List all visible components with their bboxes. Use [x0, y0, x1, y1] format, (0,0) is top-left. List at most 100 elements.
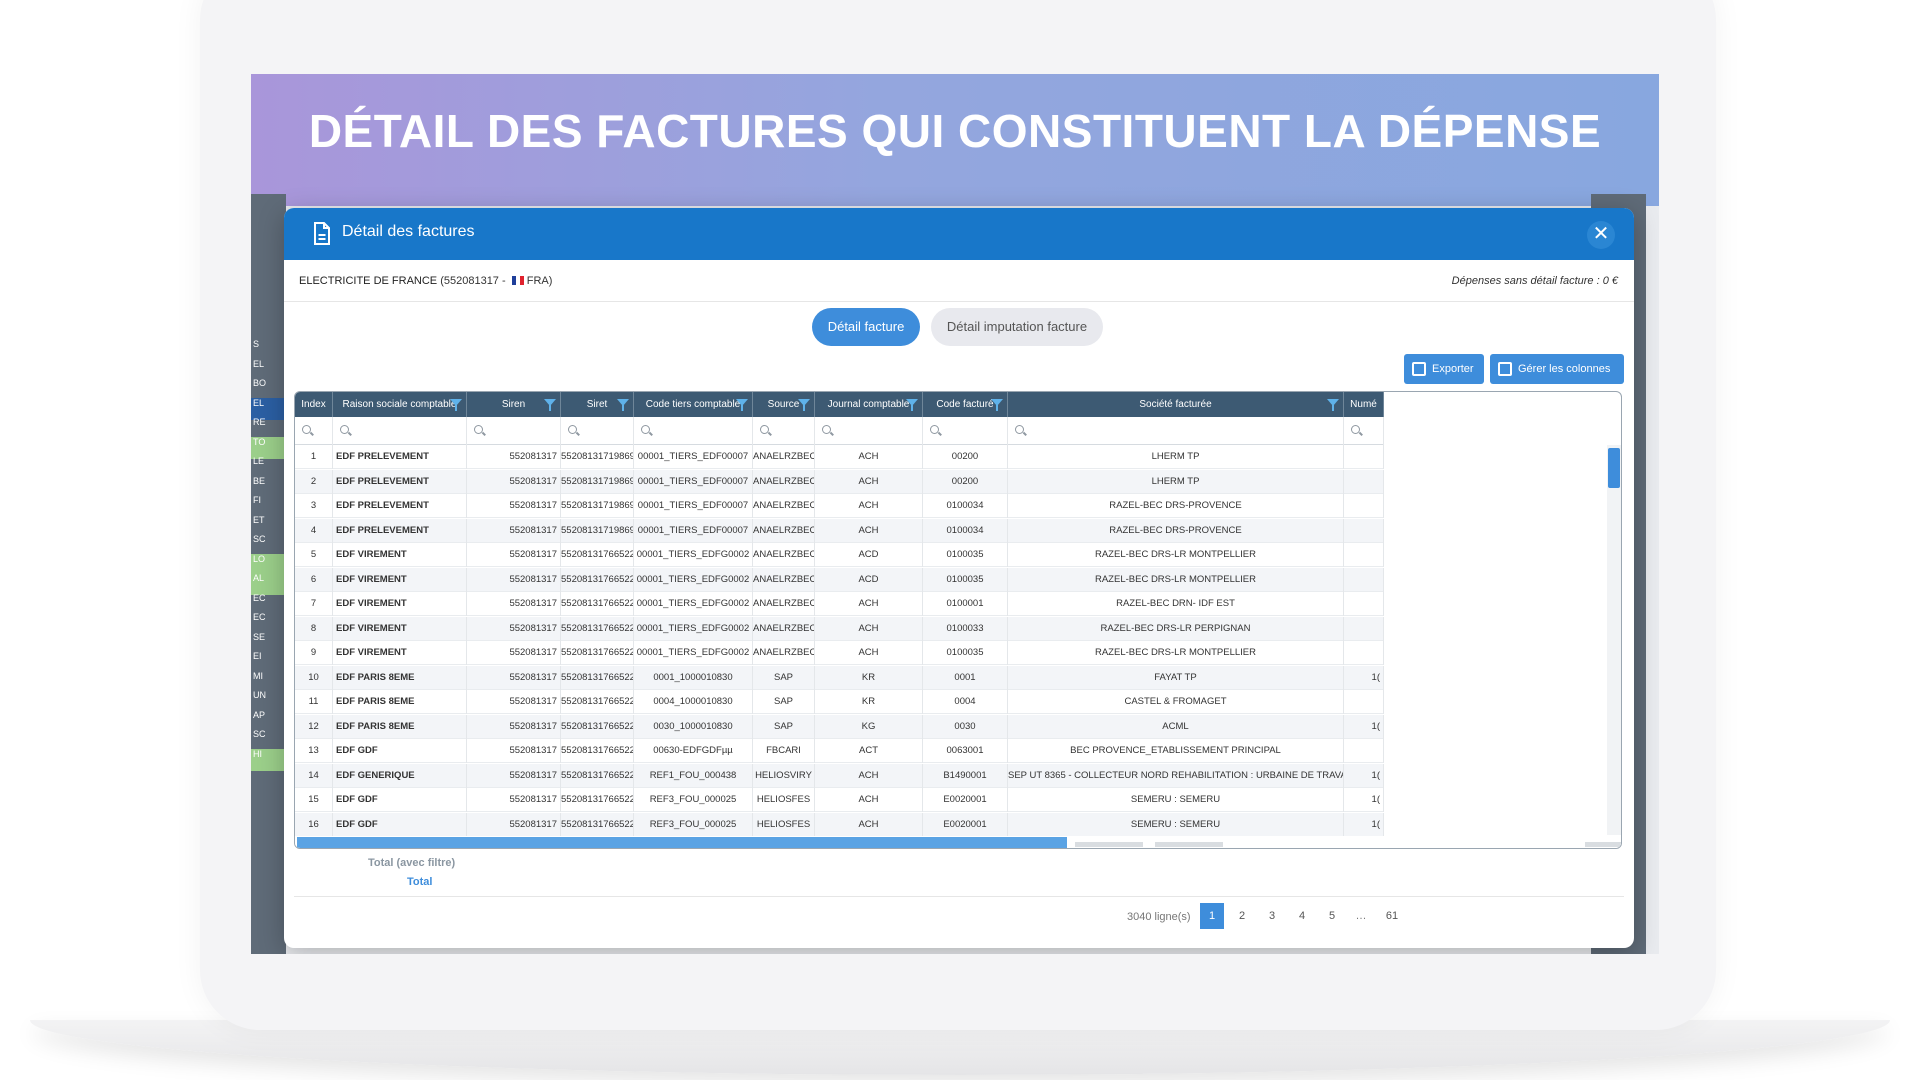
vertical-scrollbar[interactable] — [1607, 445, 1621, 835]
table-cell: ANAELRZBEC — [753, 543, 815, 567]
table-cell: 4 — [295, 518, 333, 543]
table-cell: 0063001 — [923, 739, 1008, 763]
vertical-scroll-thumb[interactable] — [1608, 448, 1620, 488]
column-search-field[interactable] — [923, 417, 1008, 445]
filter-funnel-icon[interactable] — [991, 399, 1003, 411]
page-5-button[interactable]: 5 — [1320, 903, 1344, 929]
scroll-track-segment — [1155, 842, 1223, 847]
page-1-button[interactable]: 1 — [1200, 903, 1224, 929]
filter-funnel-icon[interactable] — [1327, 399, 1339, 411]
table-row[interactable]: 5 EDF VIREMENT 552081317 55208131766522 0000… — [295, 543, 1384, 567]
column-header[interactable]: Siren — [467, 392, 561, 417]
background-cell: LO — [253, 553, 266, 564]
table-cell: 1( — [1344, 714, 1384, 739]
table-cell: 552081317 — [467, 641, 561, 665]
export-button[interactable]: Exporter — [1404, 354, 1484, 384]
table-row[interactable]: 8 EDF VIREMENT 552081317 55208131766522 0000… — [295, 616, 1384, 641]
table-cell: 00001_TIERS_EDFG0002 — [634, 567, 753, 592]
filter-row — [295, 417, 1384, 445]
table-cell: ACT — [815, 739, 923, 763]
column-header-label: Société facturée — [1139, 399, 1212, 410]
table-cell: SEMERU : SEMERU — [1008, 812, 1344, 837]
page-3-button[interactable]: 3 — [1260, 903, 1284, 929]
column-header-label: Index — [301, 399, 326, 410]
tab-invoice-detail[interactable]: Détail facture — [812, 308, 920, 346]
filter-funnel-icon[interactable] — [906, 399, 918, 411]
table-row[interactable]: 14 EDF GENERIQUE 552081317 55208131766522 RE… — [295, 763, 1384, 788]
page-2-button[interactable]: 2 — [1230, 903, 1254, 929]
supplier-siren: (552081317 - — [440, 275, 506, 287]
table-cell: 0100035 — [923, 543, 1008, 567]
column-header[interactable]: Code tiers comptable — [634, 392, 753, 417]
table-cell: EDF PARIS 8EME — [333, 714, 467, 739]
table-cell: 11 — [295, 690, 333, 714]
total-label: Total — [407, 876, 433, 888]
horizontal-scroll-thumb[interactable] — [297, 837, 1067, 848]
filter-funnel-icon[interactable] — [450, 399, 462, 411]
column-search-field[interactable] — [1344, 417, 1384, 445]
column-header[interactable]: Index — [295, 392, 333, 417]
column-search-field[interactable] — [333, 417, 467, 445]
table-cell: SAP — [753, 690, 815, 714]
filter-funnel-icon[interactable] — [736, 399, 748, 411]
table-cell: HELIOSFES — [753, 788, 815, 812]
table-cell: LHERM TP — [1008, 469, 1344, 494]
line-count: 3040 ligne(s) — [1127, 911, 1191, 923]
table-cell: 6 — [295, 567, 333, 592]
table-cell: REF1_FOU_000438 — [634, 763, 753, 788]
table-cell: 552081317 — [467, 494, 561, 518]
page-61-button[interactable]: 61 — [1380, 903, 1404, 929]
column-header-label: Raison sociale comptable — [342, 399, 457, 410]
filter-funnel-icon[interactable] — [544, 399, 556, 411]
column-header-label: Code tiers comptable — [645, 399, 741, 410]
filter-funnel-icon[interactable] — [617, 399, 629, 411]
table-cell: ACH — [815, 494, 923, 518]
table-row[interactable]: 6 EDF VIREMENT 552081317 55208131766522 0000… — [295, 567, 1384, 592]
filter-funnel-icon[interactable] — [798, 399, 810, 411]
column-header[interactable]: Journal comptable — [815, 392, 923, 417]
column-search-field[interactable] — [295, 417, 333, 445]
table-row[interactable]: 13 EDF GDF 552081317 55208131766522 00630-ED… — [295, 739, 1384, 763]
column-search-field[interactable] — [467, 417, 561, 445]
tab-invoice-imputation[interactable]: Détail imputation facture — [931, 308, 1103, 346]
table-cell: 552081317 — [467, 543, 561, 567]
column-header[interactable]: Numé — [1344, 392, 1384, 417]
manage-columns-button[interactable]: Gérer les colonnes — [1490, 354, 1624, 384]
table-row[interactable]: 9 EDF VIREMENT 552081317 55208131766522 0000… — [295, 641, 1384, 665]
filtered-total-label: Total (avec filtre) — [368, 857, 456, 869]
table-cell: RAZEL-BEC DRS-PROVENCE — [1008, 518, 1344, 543]
table-row[interactable]: 12 EDF PARIS 8EME 552081317 55208131766522 0… — [295, 714, 1384, 739]
column-search-field[interactable] — [634, 417, 753, 445]
table-cell: 552081317 — [467, 690, 561, 714]
screen: DÉTAIL DES FACTURES QUI CONSTITUENT LA D… — [251, 74, 1659, 954]
column-header[interactable]: Raison sociale comptable — [333, 392, 467, 417]
horizontal-scrollbar[interactable] — [295, 836, 1621, 848]
table-cell: 00200 — [923, 445, 1008, 469]
table-row[interactable]: 16 EDF GDF 552081317 55208131766522 REF3_FOU… — [295, 812, 1384, 837]
search-icon — [302, 425, 311, 434]
column-search-field[interactable] — [753, 417, 815, 445]
column-header[interactable]: Code facturé — [923, 392, 1008, 417]
table-row[interactable]: 7 EDF VIREMENT 552081317 55208131766522 0000… — [295, 592, 1384, 616]
column-search-field[interactable] — [561, 417, 634, 445]
table-row[interactable]: 11 EDF PARIS 8EME 552081317 55208131766522 0… — [295, 690, 1384, 714]
table-row[interactable]: 15 EDF GDF 552081317 55208131766522 REF3_FOU… — [295, 788, 1384, 812]
table-row[interactable]: 3 EDF PRELEVEMENT 552081317 55208131719869 0… — [295, 494, 1384, 518]
column-search-field[interactable] — [1008, 417, 1344, 445]
page-4-button[interactable]: 4 — [1290, 903, 1314, 929]
column-header-label: Source — [767, 399, 800, 410]
table-cell: ANAELRZBEC — [753, 469, 815, 494]
table-cell: ACH — [815, 763, 923, 788]
table-cell: LHERM TP — [1008, 445, 1344, 469]
table-row[interactable]: 4 EDF PRELEVEMENT 552081317 55208131719869 0… — [295, 518, 1384, 543]
column-header[interactable]: Source — [753, 392, 815, 417]
column-header[interactable]: Société facturée — [1008, 392, 1344, 417]
table-row[interactable]: 10 EDF PARIS 8EME 552081317 55208131766522 0… — [295, 665, 1384, 690]
table-cell: EDF PRELEVEMENT — [333, 445, 467, 469]
column-header[interactable]: Siret — [561, 392, 634, 417]
title-banner: DÉTAIL DES FACTURES QUI CONSTITUENT LA D… — [251, 74, 1659, 206]
close-button[interactable]: ✕ — [1587, 221, 1615, 249]
table-row[interactable]: 2 EDF PRELEVEMENT 552081317 55208131719869 0… — [295, 469, 1384, 494]
column-search-field[interactable] — [815, 417, 923, 445]
table-row[interactable]: 1 EDF PRELEVEMENT 552081317 55208131719869 0… — [295, 445, 1384, 469]
